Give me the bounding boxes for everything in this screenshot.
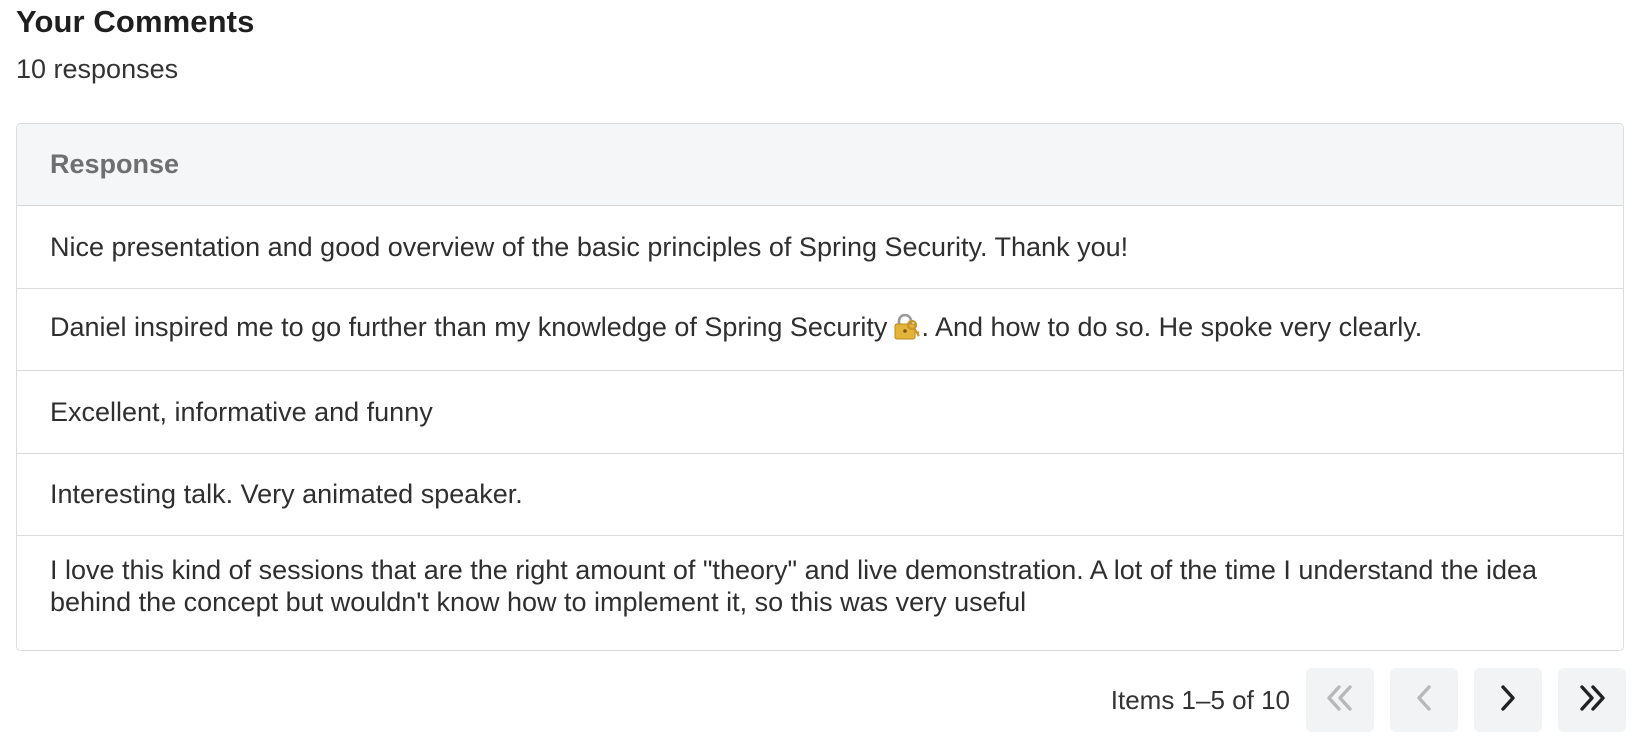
response-text: I love this kind of sessions that are th…: [50, 555, 1538, 617]
response-text: Excellent, informative and funny: [50, 396, 433, 427]
response-text: Interesting talk. Very animated speaker.: [50, 479, 523, 510]
table-row: Excellent, informative and funny: [17, 371, 1623, 454]
table-row: Nice presentation and good overview of t…: [17, 206, 1623, 289]
last-page-button[interactable]: [1558, 668, 1626, 732]
double-chevron-right-icon: [1576, 683, 1608, 718]
chevron-left-icon: [1412, 683, 1436, 718]
response-text-part: . And how to do so. He spoke very clearl…: [921, 312, 1423, 343]
response-text-part: Daniel inspired me to go further than my…: [50, 312, 888, 343]
next-page-button[interactable]: [1474, 668, 1542, 732]
column-header-response: Response: [50, 149, 180, 179]
table-header: Response: [17, 124, 1623, 206]
table-row: I love this kind of sessions that are th…: [17, 536, 1623, 650]
response-text: Daniel inspired me to go further than my…: [50, 311, 1422, 347]
double-chevron-left-icon: [1324, 683, 1356, 718]
response-text: Nice presentation and good overview of t…: [50, 231, 1129, 262]
previous-page-button[interactable]: [1390, 668, 1458, 732]
table-row: Daniel inspired me to go further than my…: [17, 289, 1623, 371]
pagination-range-label: Items 1–5 of 10: [1110, 684, 1290, 715]
pagination: Items 1–5 of 10: [1111, 668, 1626, 732]
first-page-button[interactable]: [1306, 668, 1374, 732]
response-count: 10 responses: [16, 54, 179, 84]
page-title: Your Comments: [16, 4, 255, 39]
responses-table: Response Nice presentation and good over…: [16, 123, 1624, 651]
closed-lock-with-key-icon: [893, 313, 921, 347]
chevron-right-icon: [1496, 683, 1520, 718]
table-row: Interesting talk. Very animated speaker.: [17, 454, 1623, 536]
